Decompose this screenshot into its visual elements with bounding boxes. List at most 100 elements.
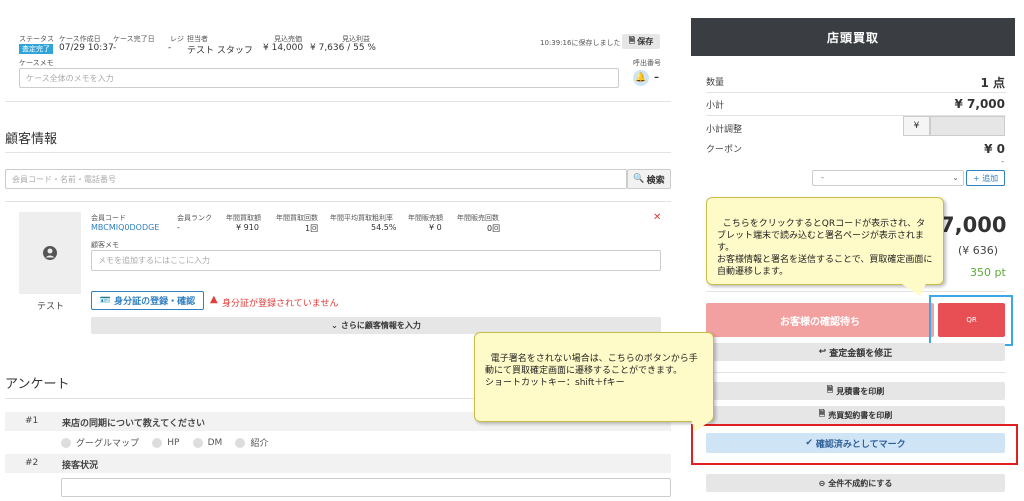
subtotal-label: 小計 — [706, 101, 725, 111]
member-code-link[interactable]: MBCMIQ0DODGE — [91, 223, 159, 232]
call-number-label: 呼出番号 — [633, 59, 661, 67]
customer-memo-input[interactable]: メモを追加するにはここに入力 — [91, 250, 661, 271]
document-icon: 🗎 — [818, 409, 826, 418]
qty-label: 数量 — [706, 78, 725, 88]
id-warning-text: 身分証が登録されていません — [222, 299, 339, 309]
customer-memo-label: 顧客メモ — [91, 241, 119, 249]
divider — [706, 92, 1006, 93]
label-member-code: 会員コード — [91, 214, 126, 222]
callout-qr-tail — [901, 284, 931, 296]
coupon-value: ¥ 0 — [984, 142, 1005, 156]
search-button[interactable]: 🔍 検索 — [627, 169, 671, 189]
q2-text: 接客状況 — [62, 461, 99, 471]
customer-search-input[interactable]: 会員コード・名前・電話番号 — [5, 169, 627, 189]
qr-button[interactable]: QR — [938, 303, 1005, 337]
status-badge: 査定完了 — [19, 44, 53, 54]
subtotal-value: ¥ 7,000 — [954, 97, 1005, 111]
q1-option-dm[interactable]: DM — [192, 437, 222, 448]
qty-value: 1 点 — [980, 76, 1005, 90]
user-icon — [43, 246, 57, 260]
mark-confirmed-button[interactable]: ✔ 確認済みとしてマーク — [706, 433, 1005, 453]
divider — [706, 372, 1006, 373]
coupon-dash: - — [1001, 157, 1004, 166]
id-card-icon: 🪪 — [99, 295, 112, 306]
case-memo-label: ケースメモ — [19, 59, 54, 67]
call-number-value: – — [654, 72, 659, 83]
print-estimate-button[interactable]: 🗎 見積書を印刷 — [706, 382, 1005, 400]
customer-name: テスト — [37, 302, 65, 312]
q1-option-referral[interactable]: 紹介 — [235, 436, 269, 449]
staff-name: テスト スタッフ — [187, 46, 253, 56]
sales-count-value: 0回 — [487, 224, 501, 233]
label-completed: ケース完了日 — [113, 35, 155, 43]
label-rank: 会員ランク — [177, 214, 212, 222]
annual-count-value: 1回 — [305, 224, 319, 233]
waiting-confirmation-button[interactable]: お客様の確認待ち — [706, 303, 934, 337]
annual-sales-value: ¥ 0 — [429, 223, 442, 232]
divider — [5, 101, 671, 102]
tax-amount: (¥ 636) — [958, 244, 999, 257]
radio-icon — [61, 437, 71, 448]
bell-icon[interactable]: 🔔 — [633, 70, 649, 86]
radio-icon — [152, 437, 163, 448]
radio-icon — [235, 437, 246, 448]
label-annual-sales: 年間販売額 — [408, 214, 443, 222]
saved-status-text: 10:39:16に保存しました — [540, 39, 621, 47]
label-avg-margin: 年間平均買取粗利率 — [330, 214, 393, 222]
q1-number: #1 — [25, 416, 39, 426]
avg-margin-value: 54.5% — [371, 223, 397, 232]
circle-icon: ⊖ — [818, 478, 826, 488]
id-register-button[interactable]: 🪪 身分証の登録・確認 — [91, 291, 204, 310]
warning-icon: ▲ — [210, 294, 218, 305]
adjust-label: 小計調整 — [706, 125, 743, 135]
coupon-label: クーポン — [706, 145, 743, 155]
undo-icon: ↩ — [818, 347, 827, 357]
search-icon: 🔍 — [633, 174, 645, 184]
document-icon: 🗎 — [826, 385, 834, 394]
print-contract-button[interactable]: 🗎 売買契約書を印刷 — [706, 406, 1005, 424]
panel-header: 店頭買取 — [691, 18, 1015, 56]
annual-purchase-value: ¥ 910 — [236, 223, 259, 232]
completed-date: - — [113, 43, 117, 53]
radio-icon — [192, 437, 203, 448]
label-annual-purchase: 年間買取額 — [226, 214, 261, 222]
case-memo-input[interactable]: ケース全体のメモを入力 — [19, 68, 619, 88]
qr-code-icon: QR — [966, 316, 977, 324]
save-button[interactable]: 🗎 保存 — [622, 34, 660, 49]
expected-price: ¥ 14,000 — [263, 43, 304, 53]
q1-options: グーグルマップ HP DM 紹介 — [61, 436, 279, 451]
fix-assessment-button[interactable]: ↩ 査定金額を修正 — [706, 343, 1005, 361]
label-status: ステータス — [19, 35, 54, 43]
total-amount: 7,000 — [940, 213, 1007, 237]
adjust-input[interactable] — [930, 116, 1005, 136]
expected-profit: ¥ 7,636 / 55 % — [310, 43, 376, 53]
save-icon: 🗎 — [628, 35, 636, 45]
customer-section-title: 顧客情報 — [5, 132, 58, 147]
callout-qr: こちらをクリックするとQRコードが表示され、タブレット端末で読み込むと署名ページ… — [706, 197, 944, 285]
coupon-select[interactable]: - ⌄ — [812, 170, 964, 186]
q1-option-google[interactable]: グーグルマップ — [61, 436, 139, 449]
label-sales-count: 年間販売回数 — [457, 214, 499, 222]
created-date: 07/29 10:37 — [59, 43, 114, 53]
cancel-all-button[interactable]: ⊖ 全件不成約にする — [706, 474, 1005, 492]
q1-text: 来店の同期について教えてください — [62, 419, 206, 429]
label-annual-count: 年間買取回数 — [276, 214, 318, 222]
callout-confirm: 電子署名をされない場合は、こちらのボタンから手動にて買取確定画面に遷移することが… — [474, 332, 714, 422]
survey-q2-row: #2 接客状況 — [5, 454, 671, 473]
divider — [5, 152, 671, 153]
label-register: レジ — [170, 35, 184, 43]
q2-input[interactable] — [61, 478, 671, 497]
q1-option-hp[interactable]: HP — [152, 437, 179, 448]
divider — [5, 201, 671, 202]
panel-title: 店頭買取 — [826, 30, 879, 45]
avatar — [19, 212, 81, 294]
add-coupon-button[interactable]: + 追加 — [966, 170, 1005, 186]
register-value: - — [168, 43, 172, 53]
chevron-down-icon: ⌄ — [952, 173, 959, 182]
chevron-down-icon: ⌄ — [331, 321, 338, 330]
q2-number: #2 — [25, 458, 39, 468]
adjust-currency: ¥ — [903, 116, 930, 136]
member-rank: - — [177, 223, 180, 232]
remove-customer-icon[interactable]: ✕ — [653, 212, 661, 223]
divider — [706, 291, 1006, 292]
